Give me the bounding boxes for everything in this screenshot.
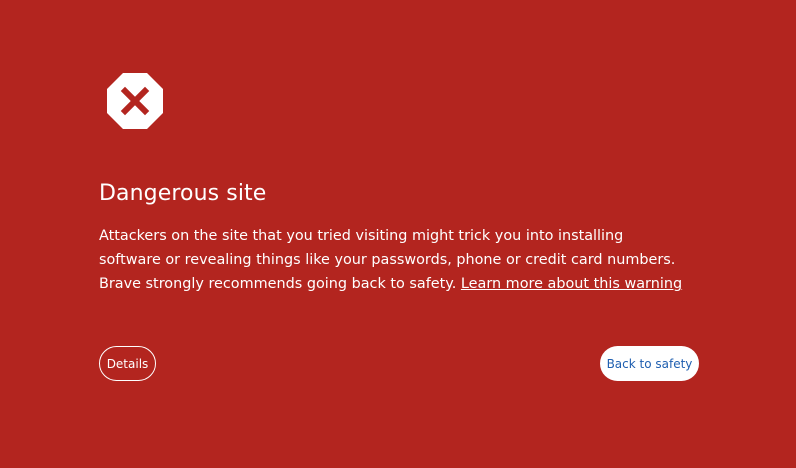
learn-more-link[interactable]: Learn more about this warning: [461, 276, 682, 292]
details-button[interactable]: Details: [99, 346, 156, 381]
back-to-safety-button[interactable]: Back to safety: [600, 346, 699, 381]
stop-x-icon: [107, 73, 163, 129]
warning-message: Attackers on the site that you tried vis…: [99, 224, 684, 296]
page-title: Dangerous site: [99, 181, 267, 206]
